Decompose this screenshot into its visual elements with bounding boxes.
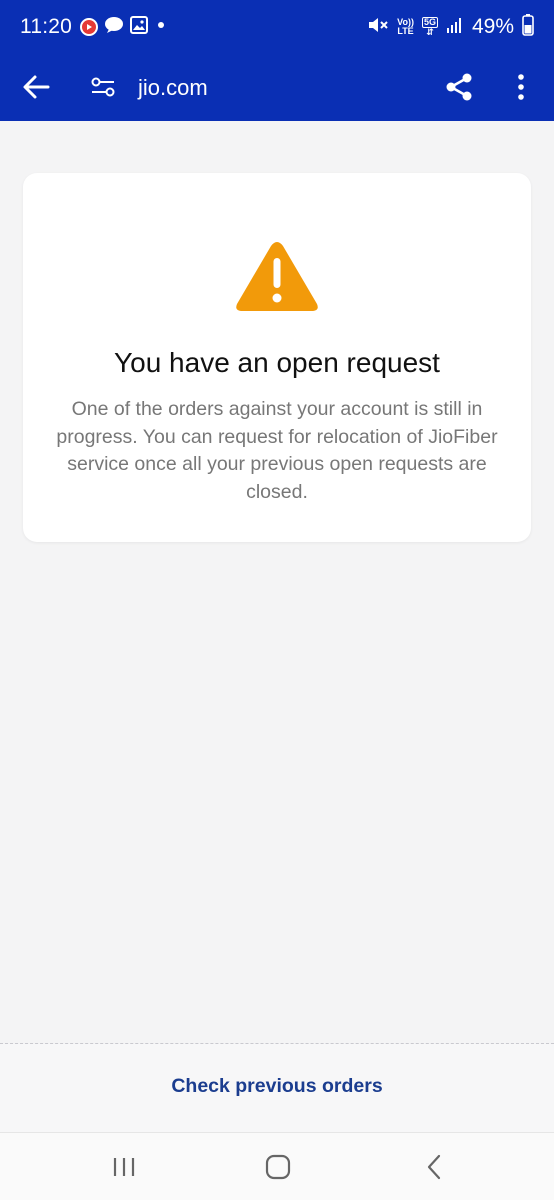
recents-icon[interactable] bbox=[104, 1151, 144, 1183]
chat-notification-icon bbox=[104, 16, 124, 39]
network-gen-indicator: 5G ⇵ bbox=[421, 17, 438, 37]
youtube-notification-icon bbox=[80, 18, 98, 36]
status-time: 11:20 bbox=[20, 15, 72, 38]
gallery-notification-icon bbox=[130, 15, 148, 39]
card-message: One of the orders against your account i… bbox=[56, 398, 498, 503]
volte-bottom-label: LTE bbox=[397, 26, 414, 36]
notification-icons bbox=[80, 15, 168, 39]
back-arrow-icon[interactable] bbox=[14, 65, 58, 109]
check-previous-orders-link[interactable]: Check previous orders bbox=[0, 1075, 554, 1098]
browser-header: jio.com bbox=[0, 54, 554, 121]
battery-icon bbox=[522, 13, 534, 41]
status-bar: 11:20 Vo)) LTE 5G ⇵ 49% bbox=[0, 0, 554, 54]
more-notifications-dot-icon bbox=[154, 18, 168, 37]
dashed-divider bbox=[0, 1043, 554, 1044]
volte-indicator: Vo)) LTE bbox=[397, 18, 414, 36]
app-top-bar: 11:20 Vo)) LTE 5G ⇵ 49% jio.com bbox=[0, 0, 554, 121]
status-right-icons: Vo)) LTE 5G ⇵ 49% bbox=[367, 13, 534, 41]
home-icon[interactable] bbox=[258, 1151, 298, 1183]
share-icon[interactable] bbox=[437, 65, 481, 109]
signal-icon bbox=[446, 16, 464, 39]
more-vert-icon[interactable] bbox=[499, 65, 543, 109]
page-url[interactable]: jio.com bbox=[138, 75, 208, 101]
data-arrows-icon: ⇵ bbox=[426, 27, 434, 37]
mute-icon bbox=[367, 15, 389, 40]
back-icon[interactable] bbox=[414, 1151, 454, 1183]
card-title: You have an open request bbox=[114, 347, 440, 378]
warning-icon bbox=[235, 240, 319, 312]
site-settings-icon[interactable] bbox=[81, 65, 125, 109]
system-nav-bar bbox=[0, 1132, 554, 1200]
battery-percent: 49% bbox=[471, 15, 514, 38]
